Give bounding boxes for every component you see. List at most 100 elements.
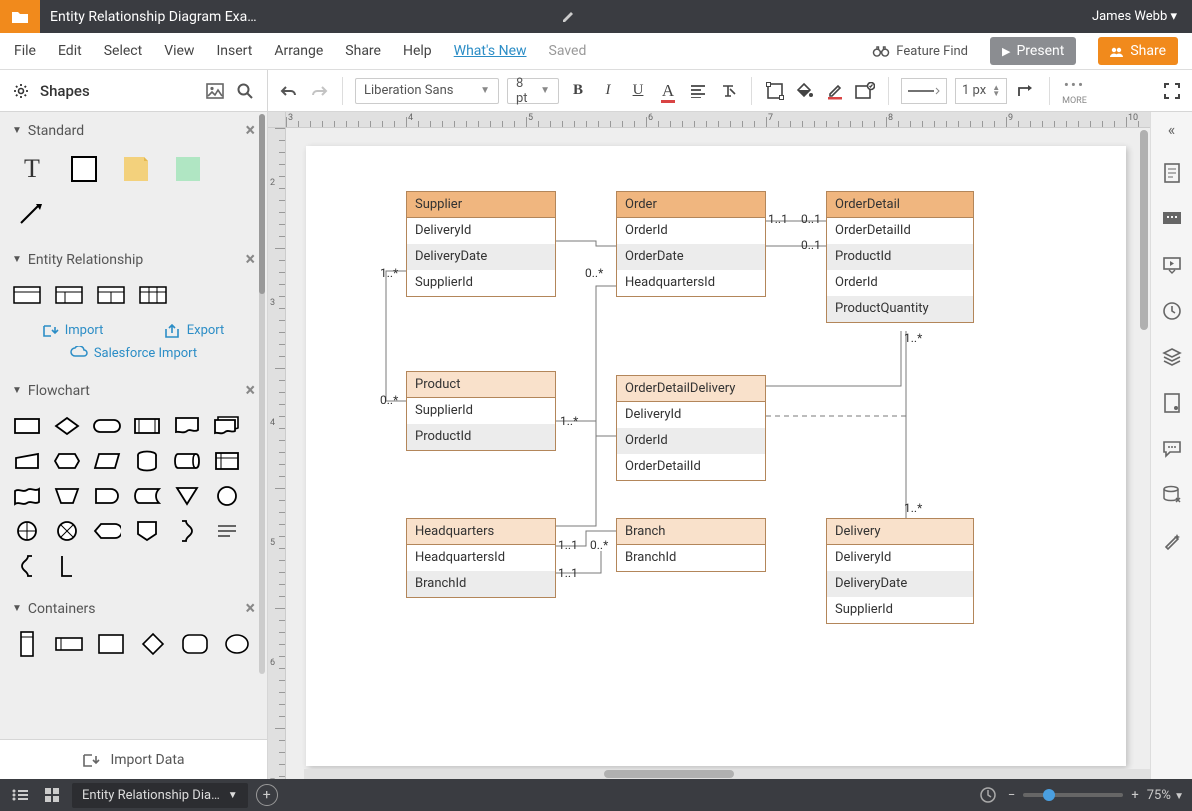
- feature-find[interactable]: Feature Find: [872, 44, 968, 59]
- close-section-icon[interactable]: ×: [245, 120, 255, 141]
- entity-orderdetail[interactable]: OrderDetail OrderDetailId ProductId Orde…: [826, 191, 974, 323]
- menu-select[interactable]: Select: [104, 43, 142, 59]
- zoom-in[interactable]: +: [1131, 788, 1138, 803]
- dock-data-icon[interactable]: [1161, 392, 1183, 414]
- fc-note[interactable]: [212, 518, 242, 543]
- fc-delay[interactable]: [92, 483, 122, 508]
- present-button[interactable]: ▶Present: [990, 37, 1076, 65]
- menu-share[interactable]: Share: [345, 43, 381, 59]
- import-data-button[interactable]: Import Data: [0, 739, 267, 779]
- fc-database[interactable]: [132, 448, 162, 473]
- share-button[interactable]: Share: [1098, 37, 1178, 65]
- redo-icon[interactable]: [308, 84, 330, 98]
- entity-branch[interactable]: Branch BranchId: [616, 518, 766, 572]
- fc-card[interactable]: [52, 553, 82, 578]
- cont-swimlane-h[interactable]: [54, 631, 84, 656]
- canvas[interactable]: Supplier DeliveryId DeliveryDate Supplie…: [286, 128, 1150, 779]
- menu-help[interactable]: Help: [403, 43, 432, 59]
- folder-icon[interactable]: [0, 0, 40, 33]
- text-color-icon[interactable]: A: [657, 81, 679, 101]
- fc-summing[interactable]: [52, 518, 82, 543]
- bold-icon[interactable]: B: [567, 82, 589, 99]
- fc-storeddata[interactable]: [132, 483, 162, 508]
- italic-icon[interactable]: I: [597, 82, 619, 99]
- entity-delivery[interactable]: Delivery DeliveryId DeliveryDate Supplie…: [826, 518, 974, 624]
- undo-icon[interactable]: [278, 84, 300, 98]
- fc-decision[interactable]: [52, 413, 82, 438]
- menu-insert[interactable]: Insert: [216, 43, 252, 59]
- cont-roundrect[interactable]: [180, 631, 210, 656]
- line-style-select[interactable]: [901, 78, 947, 104]
- menu-whatsnew[interactable]: What's New: [454, 43, 527, 59]
- fc-document[interactable]: [172, 413, 202, 438]
- export-action[interactable]: Export: [165, 323, 225, 338]
- fill-icon[interactable]: [794, 82, 816, 100]
- shape-options-icon[interactable]: [854, 82, 876, 100]
- section-containers[interactable]: ▼Containers×: [0, 590, 267, 627]
- font-select[interactable]: Liberation Sans▼: [355, 78, 499, 104]
- fc-internalstorage[interactable]: [212, 448, 242, 473]
- line-mode-icon[interactable]: [1015, 82, 1037, 100]
- shape-line[interactable]: [12, 197, 52, 229]
- fc-offpage[interactable]: [132, 518, 162, 543]
- menu-edit[interactable]: Edit: [58, 43, 82, 59]
- entity-headquarters[interactable]: Headquarters HeadquartersId BranchId: [406, 518, 556, 598]
- zoom-value[interactable]: 75% ▼: [1147, 788, 1184, 803]
- menu-arrange[interactable]: Arrange: [274, 43, 323, 59]
- dock-db-icon[interactable]: [1161, 484, 1183, 506]
- er-shape-3[interactable]: [96, 282, 126, 307]
- dock-present-icon[interactable]: [1161, 254, 1183, 276]
- fc-bracket-right[interactable]: [172, 518, 202, 543]
- er-shape-2[interactable]: [54, 282, 84, 307]
- fc-bracket-left[interactable]: [12, 553, 42, 578]
- close-section-icon[interactable]: ×: [245, 380, 255, 401]
- search-shapes-icon[interactable]: [235, 82, 255, 100]
- shape-block[interactable]: [64, 153, 104, 185]
- border-color-icon[interactable]: [824, 82, 846, 100]
- fc-connector[interactable]: [212, 483, 242, 508]
- more-tools[interactable]: •••MORE: [1062, 76, 1087, 106]
- zoom-out[interactable]: −: [1008, 788, 1015, 803]
- fc-merge[interactable]: [172, 483, 202, 508]
- cont-rect[interactable]: [96, 631, 126, 656]
- fc-papertape[interactable]: [12, 483, 42, 508]
- canvas-vscroll[interactable]: [1140, 130, 1150, 330]
- entity-product[interactable]: Product SupplierId ProductId: [406, 371, 556, 451]
- section-standard[interactable]: ▼Standard×: [0, 112, 267, 149]
- er-shape-4[interactable]: [138, 282, 168, 307]
- fullscreen-icon[interactable]: [1164, 83, 1180, 99]
- fc-multidoc[interactable]: [212, 413, 242, 438]
- entity-orderdetaildelivery[interactable]: OrderDetailDelivery DeliveryId OrderId O…: [616, 375, 766, 481]
- menu-view[interactable]: View: [164, 43, 194, 59]
- import-action[interactable]: Import: [43, 323, 104, 338]
- sync-icon[interactable]: [976, 786, 1000, 804]
- fc-manualinput[interactable]: [12, 448, 42, 473]
- diagram-page[interactable]: Supplier DeliveryId DeliveryDate Supplie…: [306, 146, 1126, 766]
- grid-toggle-icon[interactable]: [40, 787, 64, 803]
- fc-manualop[interactable]: [52, 483, 82, 508]
- shape-note[interactable]: [116, 153, 156, 185]
- gear-icon[interactable]: [12, 82, 30, 100]
- cont-diamond[interactable]: [138, 631, 168, 656]
- entity-order[interactable]: Order OrderId OrderDate HeadquartersId: [616, 191, 766, 297]
- cont-swimlane-v[interactable]: [12, 631, 42, 656]
- dock-magic-icon[interactable]: [1161, 530, 1183, 552]
- font-size-select[interactable]: 8 pt▼: [507, 78, 559, 104]
- entity-supplier[interactable]: Supplier DeliveryId DeliveryDate Supplie…: [406, 191, 556, 297]
- dock-history-icon[interactable]: [1161, 300, 1183, 322]
- user-menu[interactable]: James Webb ▾: [1077, 9, 1192, 24]
- cont-circle[interactable]: [222, 631, 252, 656]
- fc-terminator[interactable]: [92, 413, 122, 438]
- document-title[interactable]: Entity Relationship Diagram Exa…: [40, 9, 553, 25]
- shape-text[interactable]: T: [12, 153, 52, 185]
- underline-icon[interactable]: U: [627, 82, 649, 99]
- canvas-hscroll[interactable]: [304, 769, 1150, 779]
- salesforce-import[interactable]: Salesforce Import: [70, 346, 197, 361]
- fc-or[interactable]: [12, 518, 42, 543]
- fc-predef[interactable]: [132, 413, 162, 438]
- dock-layers-icon[interactable]: [1161, 346, 1183, 368]
- menu-file[interactable]: File: [14, 43, 36, 59]
- fc-process[interactable]: [12, 413, 42, 438]
- dock-comment-icon[interactable]: [1161, 208, 1183, 230]
- page-tab[interactable]: Entity Relationship Dia…▼: [72, 783, 248, 808]
